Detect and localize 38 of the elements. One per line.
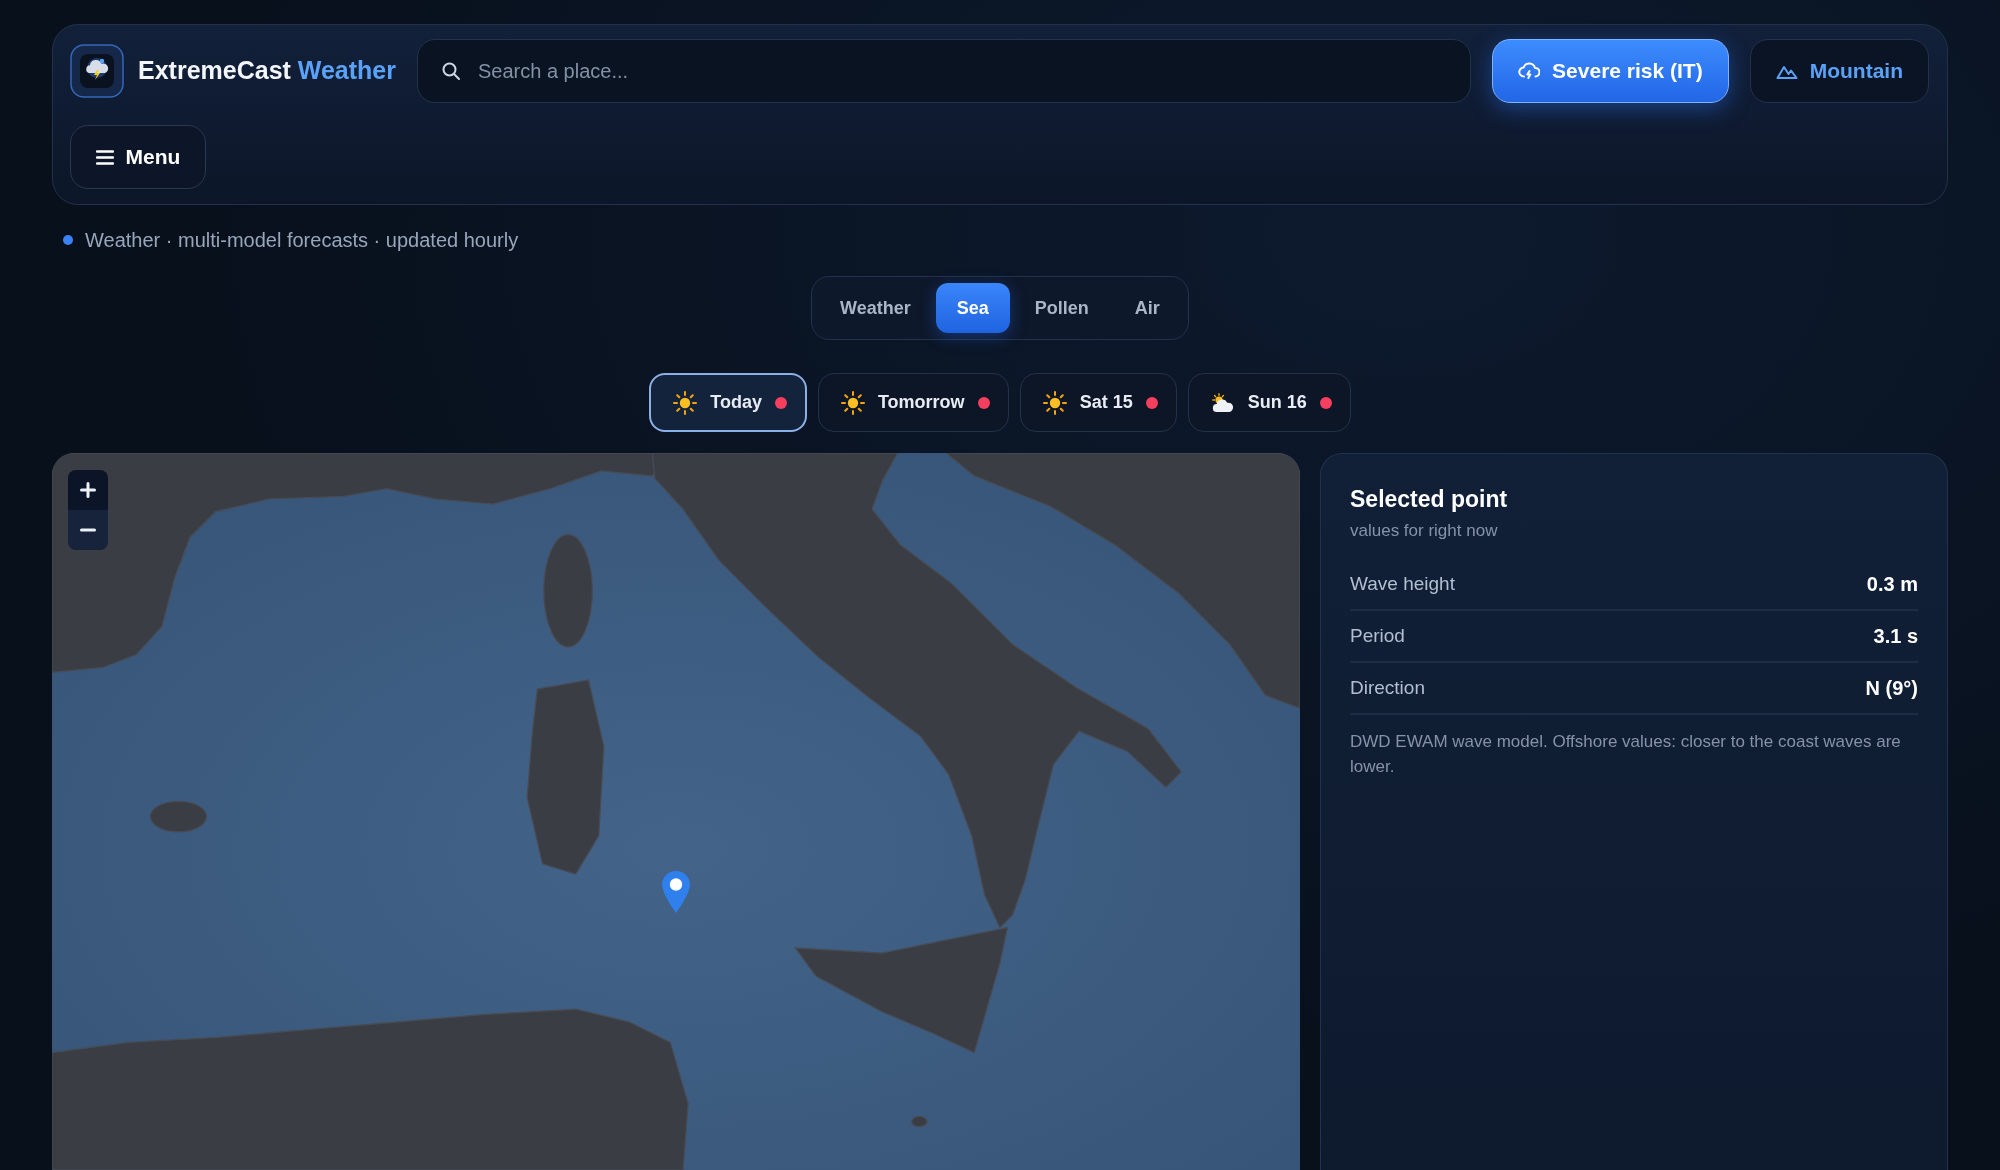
- zoom-out-button[interactable]: [68, 510, 108, 550]
- logo-icon[interactable]: [70, 44, 124, 98]
- status-dot-icon: [63, 235, 73, 245]
- panel-subtitle: values for right now: [1350, 520, 1499, 542]
- menu-icon: [95, 149, 114, 165]
- day-chip[interactable]: Tomorrow: [817, 373, 1009, 432]
- metric-value: 3.1 s: [1873, 624, 1918, 649]
- tab[interactable]: Air: [1113, 283, 1181, 333]
- panel-title: Selected point: [1350, 485, 1509, 514]
- tab[interactable]: Pollen: [1013, 283, 1110, 333]
- day-chip[interactable]: Sat 15: [1019, 373, 1177, 432]
- mountain-button[interactable]: Mountain: [1749, 39, 1929, 103]
- cloud-lightning-icon: [1518, 61, 1541, 81]
- metric-value: N (9°): [1865, 676, 1918, 701]
- metric-label: Wave height: [1350, 571, 1455, 596]
- metric-value: 0.3 m: [1866, 572, 1918, 597]
- metric-label: Period: [1350, 623, 1405, 648]
- mountain-icon: [1775, 63, 1798, 79]
- metric-label: Direction: [1350, 675, 1425, 700]
- search-field[interactable]: Search a place...: [417, 39, 1472, 103]
- sun-icon: [1042, 390, 1067, 415]
- search-icon: [441, 61, 461, 81]
- severe-risk-button[interactable]: Severe risk (IT): [1492, 39, 1729, 103]
- plus-icon: [80, 482, 96, 498]
- map-pin-icon[interactable]: [661, 870, 691, 914]
- menu-button[interactable]: Menu: [70, 125, 206, 189]
- tab[interactable]: Sea: [935, 283, 1010, 333]
- cloud-sun-icon: [1210, 392, 1235, 413]
- panel-note: DWD EWAM wave model. Offshore values: closer to the coast waves are lower.: [1350, 731, 1902, 778]
- sun-icon: [673, 390, 698, 415]
- day-chip[interactable]: Today: [649, 373, 807, 432]
- sun-icon: [840, 390, 865, 415]
- minus-icon: [80, 528, 96, 532]
- brand-name: ExtremeCast Weather: [138, 55, 396, 87]
- day-chip[interactable]: Sun 16: [1187, 373, 1351, 432]
- status-text: Weather · multi-model forecasts · updated hourly: [85, 228, 519, 253]
- tab[interactable]: Weather: [819, 283, 932, 333]
- zoom-in-button[interactable]: [68, 470, 108, 510]
